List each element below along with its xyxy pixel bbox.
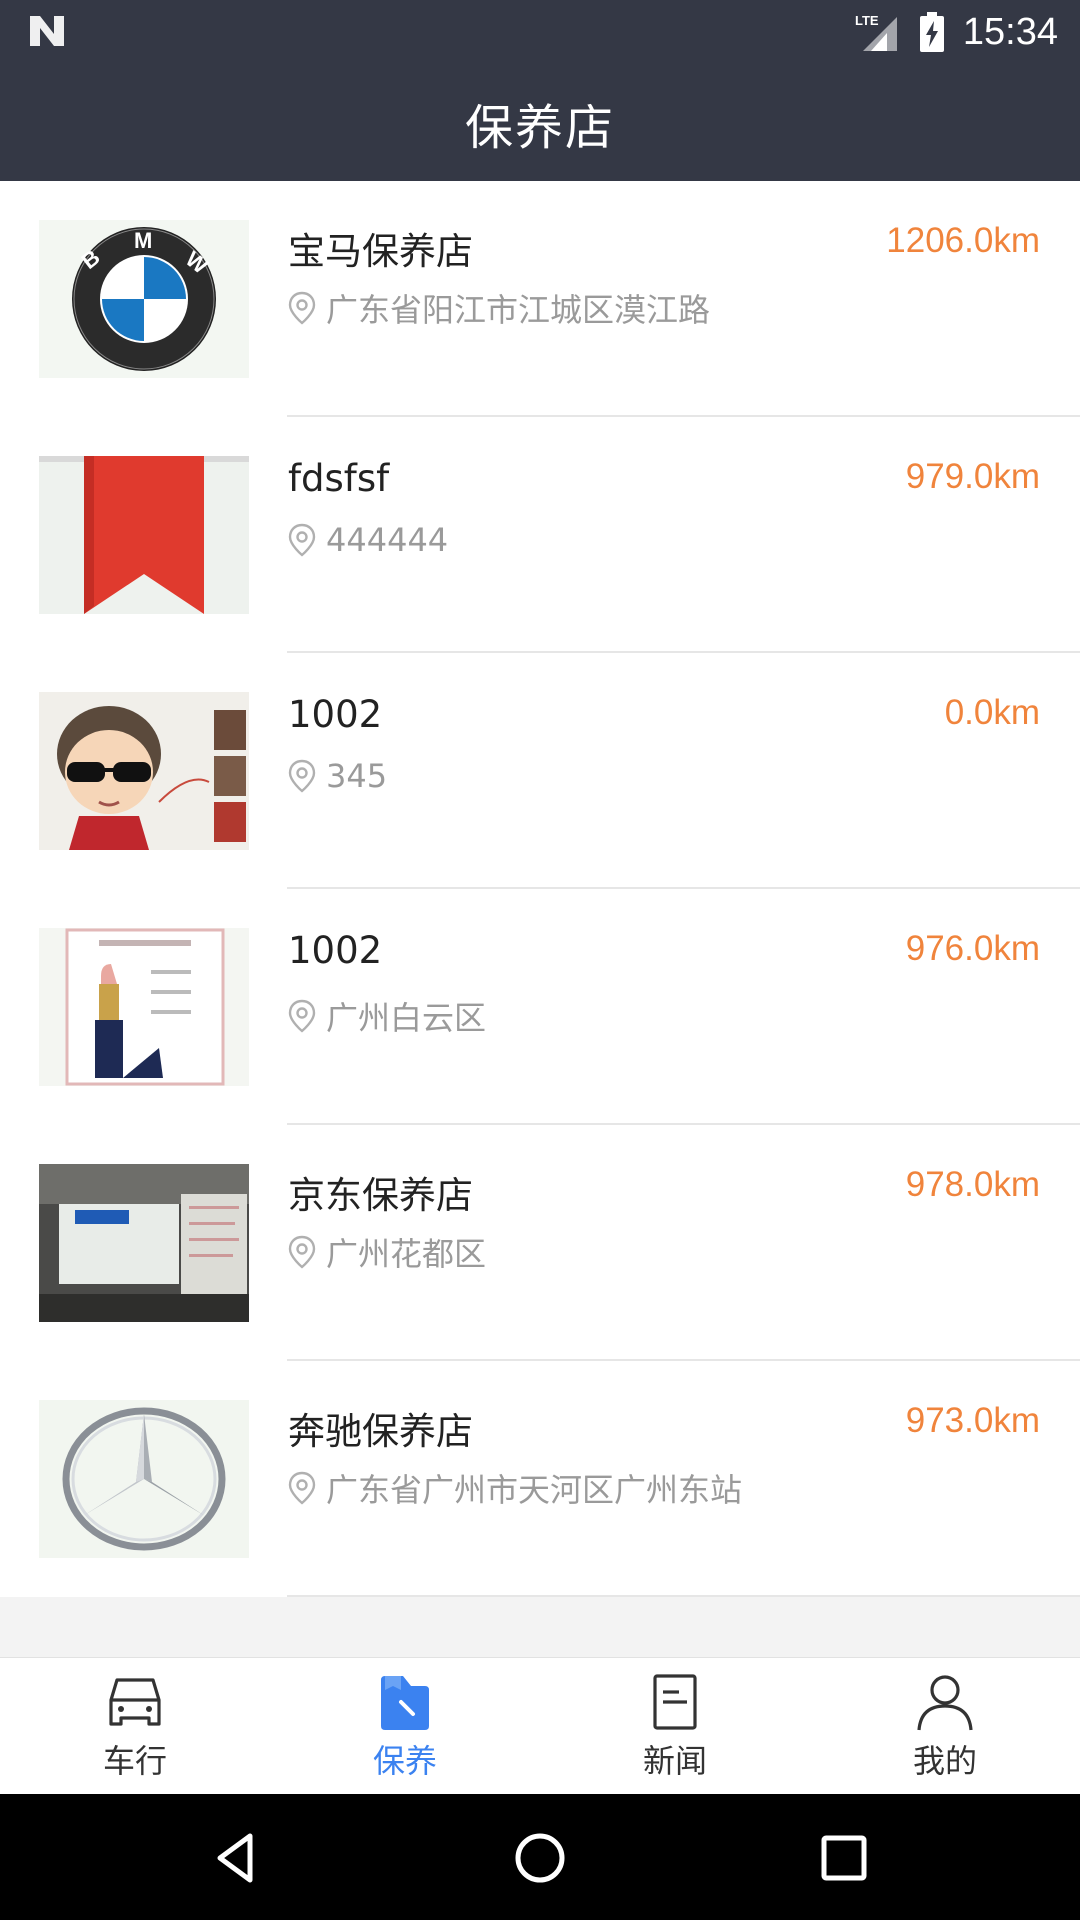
shop-distance: 973.0km <box>905 1401 1040 1440</box>
shop-address-row: 345 <box>288 757 387 795</box>
shop-thumbnail-red-ribbon <box>39 456 249 614</box>
tab-label: 保养 <box>372 1742 437 1780</box>
svg-text:LTE: LTE <box>855 13 879 28</box>
shop-distance: 976.0km <box>905 929 1040 968</box>
shop-address: 广东省广州市天河区广州东站 <box>326 1471 743 1509</box>
tab-news[interactable]: 新闻 <box>540 1658 810 1794</box>
shop-list-item[interactable]: fdsfsf 979.0km 444444 <box>0 417 1080 653</box>
news-icon <box>653 1674 697 1730</box>
shop-distance: 0.0km <box>944 693 1040 732</box>
recents-icon[interactable] <box>818 1832 870 1884</box>
shop-list: B M W 宝马保养店 1206.0km 广东省阳江市江城区漠江路 fdsfsf… <box>0 181 1080 1597</box>
shop-thumbnail-bmw-logo: B M W <box>39 220 249 378</box>
shop-distance: 979.0km <box>905 457 1040 496</box>
page-title: 保养店 <box>464 99 615 156</box>
shop-name: 1002 <box>288 693 383 736</box>
shop-distance: 978.0km <box>905 1165 1040 1204</box>
shop-address-row: 444444 <box>288 521 448 559</box>
shop-address: 广州花都区 <box>326 1235 487 1273</box>
tab-label: 我的 <box>912 1742 977 1780</box>
shop-name: 奔驰保养店 <box>288 1410 473 1453</box>
shop-address: 345 <box>326 757 388 795</box>
shop-list-item[interactable]: 1002 0.0km 345 <box>0 653 1080 889</box>
location-pin-icon <box>288 291 316 325</box>
shop-thumbnail-cartoon-avatar <box>39 692 249 850</box>
tab-label: 新闻 <box>642 1742 707 1780</box>
shop-address: 广东省阳江市江城区漠江路 <box>326 291 711 329</box>
shop-list-item[interactable]: 奔驰保养店 973.0km 广东省广州市天河区广州东站 <box>0 1361 1080 1597</box>
shop-address-row: 广州花都区 <box>288 1229 486 1275</box>
shop-address: 444444 <box>326 521 449 559</box>
shop-list-item[interactable]: B M W 宝马保养店 1206.0km 广东省阳江市江城区漠江路 <box>0 181 1080 417</box>
shop-list-item[interactable]: 京东保养店 978.0km 广州花都区 <box>0 1125 1080 1361</box>
person-icon <box>917 1675 973 1731</box>
tab-car-dealer[interactable]: 车行 <box>0 1658 270 1794</box>
shop-thumbnail-mercedes-logo <box>39 1400 249 1558</box>
divider <box>287 1595 1080 1597</box>
clock: 15:34 <box>962 10 1058 53</box>
shop-thumbnail-lipstick-ad <box>39 928 249 1086</box>
shop-name: 宝马保养店 <box>288 230 473 273</box>
status-bar: LTE 15:34 <box>0 0 1080 64</box>
system-nav-bar <box>0 1794 1080 1920</box>
svg-text:M: M <box>134 228 152 253</box>
shop-name: fdsfsf <box>288 457 390 500</box>
home-icon[interactable] <box>514 1832 566 1884</box>
shop-distance: 1206.0km <box>886 221 1040 260</box>
tab-maintenance[interactable]: 保养 <box>270 1658 540 1794</box>
shop-address: 广州白云区 <box>326 999 487 1037</box>
shop-address-row: 广东省广州市天河区广州东站 <box>288 1465 742 1511</box>
tab-label: 车行 <box>102 1742 167 1780</box>
car-icon <box>109 1678 161 1726</box>
battery-charging-icon <box>919 12 944 52</box>
lte-signal-icon: LTE <box>855 13 897 51</box>
bottom-nav: 车行 保养 新闻 我的 <box>0 1657 1080 1794</box>
android-n-icon <box>30 16 64 46</box>
shop-list-item[interactable]: 1002 976.0km 广州白云区 <box>0 889 1080 1125</box>
maintenance-bookmark-icon <box>381 1676 429 1730</box>
location-pin-icon <box>288 523 316 557</box>
location-pin-icon <box>288 759 316 793</box>
tab-profile[interactable]: 我的 <box>810 1658 1080 1794</box>
location-pin-icon <box>288 1471 316 1505</box>
shop-thumbnail-office-photo <box>39 1164 249 1322</box>
shop-name: 京东保养店 <box>288 1174 473 1217</box>
shop-address-row: 广东省阳江市江城区漠江路 <box>288 285 710 331</box>
location-pin-icon <box>288 999 316 1033</box>
back-icon[interactable] <box>210 1832 262 1884</box>
shop-address-row: 广州白云区 <box>288 993 486 1039</box>
app-bar: 保养店 <box>0 64 1080 181</box>
location-pin-icon <box>288 1235 316 1269</box>
shop-name: 1002 <box>288 929 383 972</box>
